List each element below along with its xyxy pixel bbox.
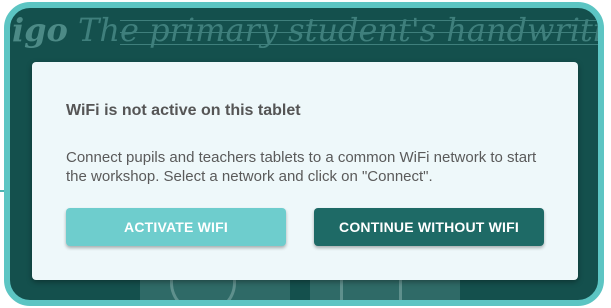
activate-wifi-button[interactable]: ACTIVATE WIFI — [66, 208, 286, 246]
device-frame: igo The primary student's handwriting Wi… — [4, 2, 604, 306]
app-logo-text: igo — [12, 11, 68, 49]
tablet-screen: igo The primary student's handwriting Wi… — [0, 0, 611, 308]
wifi-dialog: WiFi is not active on this tablet Connec… — [32, 62, 578, 280]
app-title: igo The primary student's handwriting — [12, 8, 604, 52]
app-tagline: The primary student's handwriting — [78, 11, 604, 49]
continue-without-wifi-button[interactable]: CONTINUE WITHOUT WIFI — [314, 208, 544, 246]
dialog-message: Connect pupils and teachers tablets to a… — [66, 149, 537, 185]
dialog-title: WiFi is not active on this tablet — [66, 102, 301, 119]
